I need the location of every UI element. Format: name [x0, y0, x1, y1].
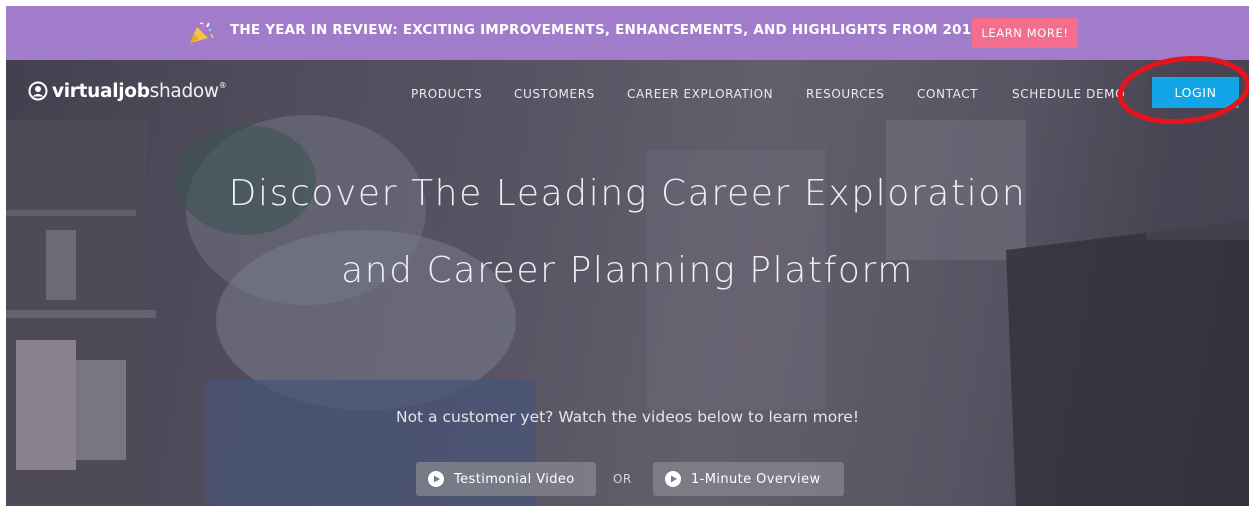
play-circle-icon [428, 471, 444, 487]
testimonial-video-button[interactable]: Testimonial Video [416, 462, 596, 496]
nav-contact[interactable]: CONTACT [917, 87, 978, 101]
nav-schedule-demo[interactable]: SCHEDULE DEMO [1012, 87, 1125, 101]
hero-subtext: Not a customer yet? Watch the videos bel… [395, 408, 860, 426]
play-circle-icon [665, 471, 681, 487]
hero-headline-line1: Discover The Leading Career Exploration [228, 173, 1027, 214]
announcement-banner: THE YEAR IN REVIEW: EXCITING IMPROVEMENT… [6, 6, 1249, 60]
annotation-circle [1117, 55, 1249, 125]
testimonial-video-label: Testimonial Video [454, 471, 575, 487]
nav-customers[interactable]: CUSTOMERS [514, 87, 595, 101]
logo-text: virtualjobshadow® [52, 80, 227, 102]
logo-text-light: shadow [149, 80, 219, 102]
hero-headline-line2: and Career Planning Platform [341, 250, 914, 291]
learn-more-button[interactable]: LEARN MORE! [972, 18, 1078, 48]
registered-mark: ® [218, 80, 227, 90]
site-logo[interactable]: virtualjobshadow® [28, 79, 227, 103]
user-circle-icon [28, 81, 48, 101]
banner-text: THE YEAR IN REVIEW: EXCITING IMPROVEMENT… [230, 22, 981, 38]
page-frame: THE YEAR IN REVIEW: EXCITING IMPROVEMENT… [6, 6, 1249, 506]
party-popper-icon [190, 22, 214, 43]
nav-products[interactable]: PRODUCTS [411, 87, 482, 101]
or-separator: OR [613, 472, 632, 486]
nav-resources[interactable]: RESOURCES [806, 87, 884, 101]
overview-video-label: 1-Minute Overview [691, 471, 821, 487]
nav-career-exploration[interactable]: CAREER EXPLORATION [627, 87, 773, 101]
overview-video-button[interactable]: 1-Minute Overview [653, 462, 844, 496]
logo-text-bold: virtualjob [52, 80, 150, 102]
